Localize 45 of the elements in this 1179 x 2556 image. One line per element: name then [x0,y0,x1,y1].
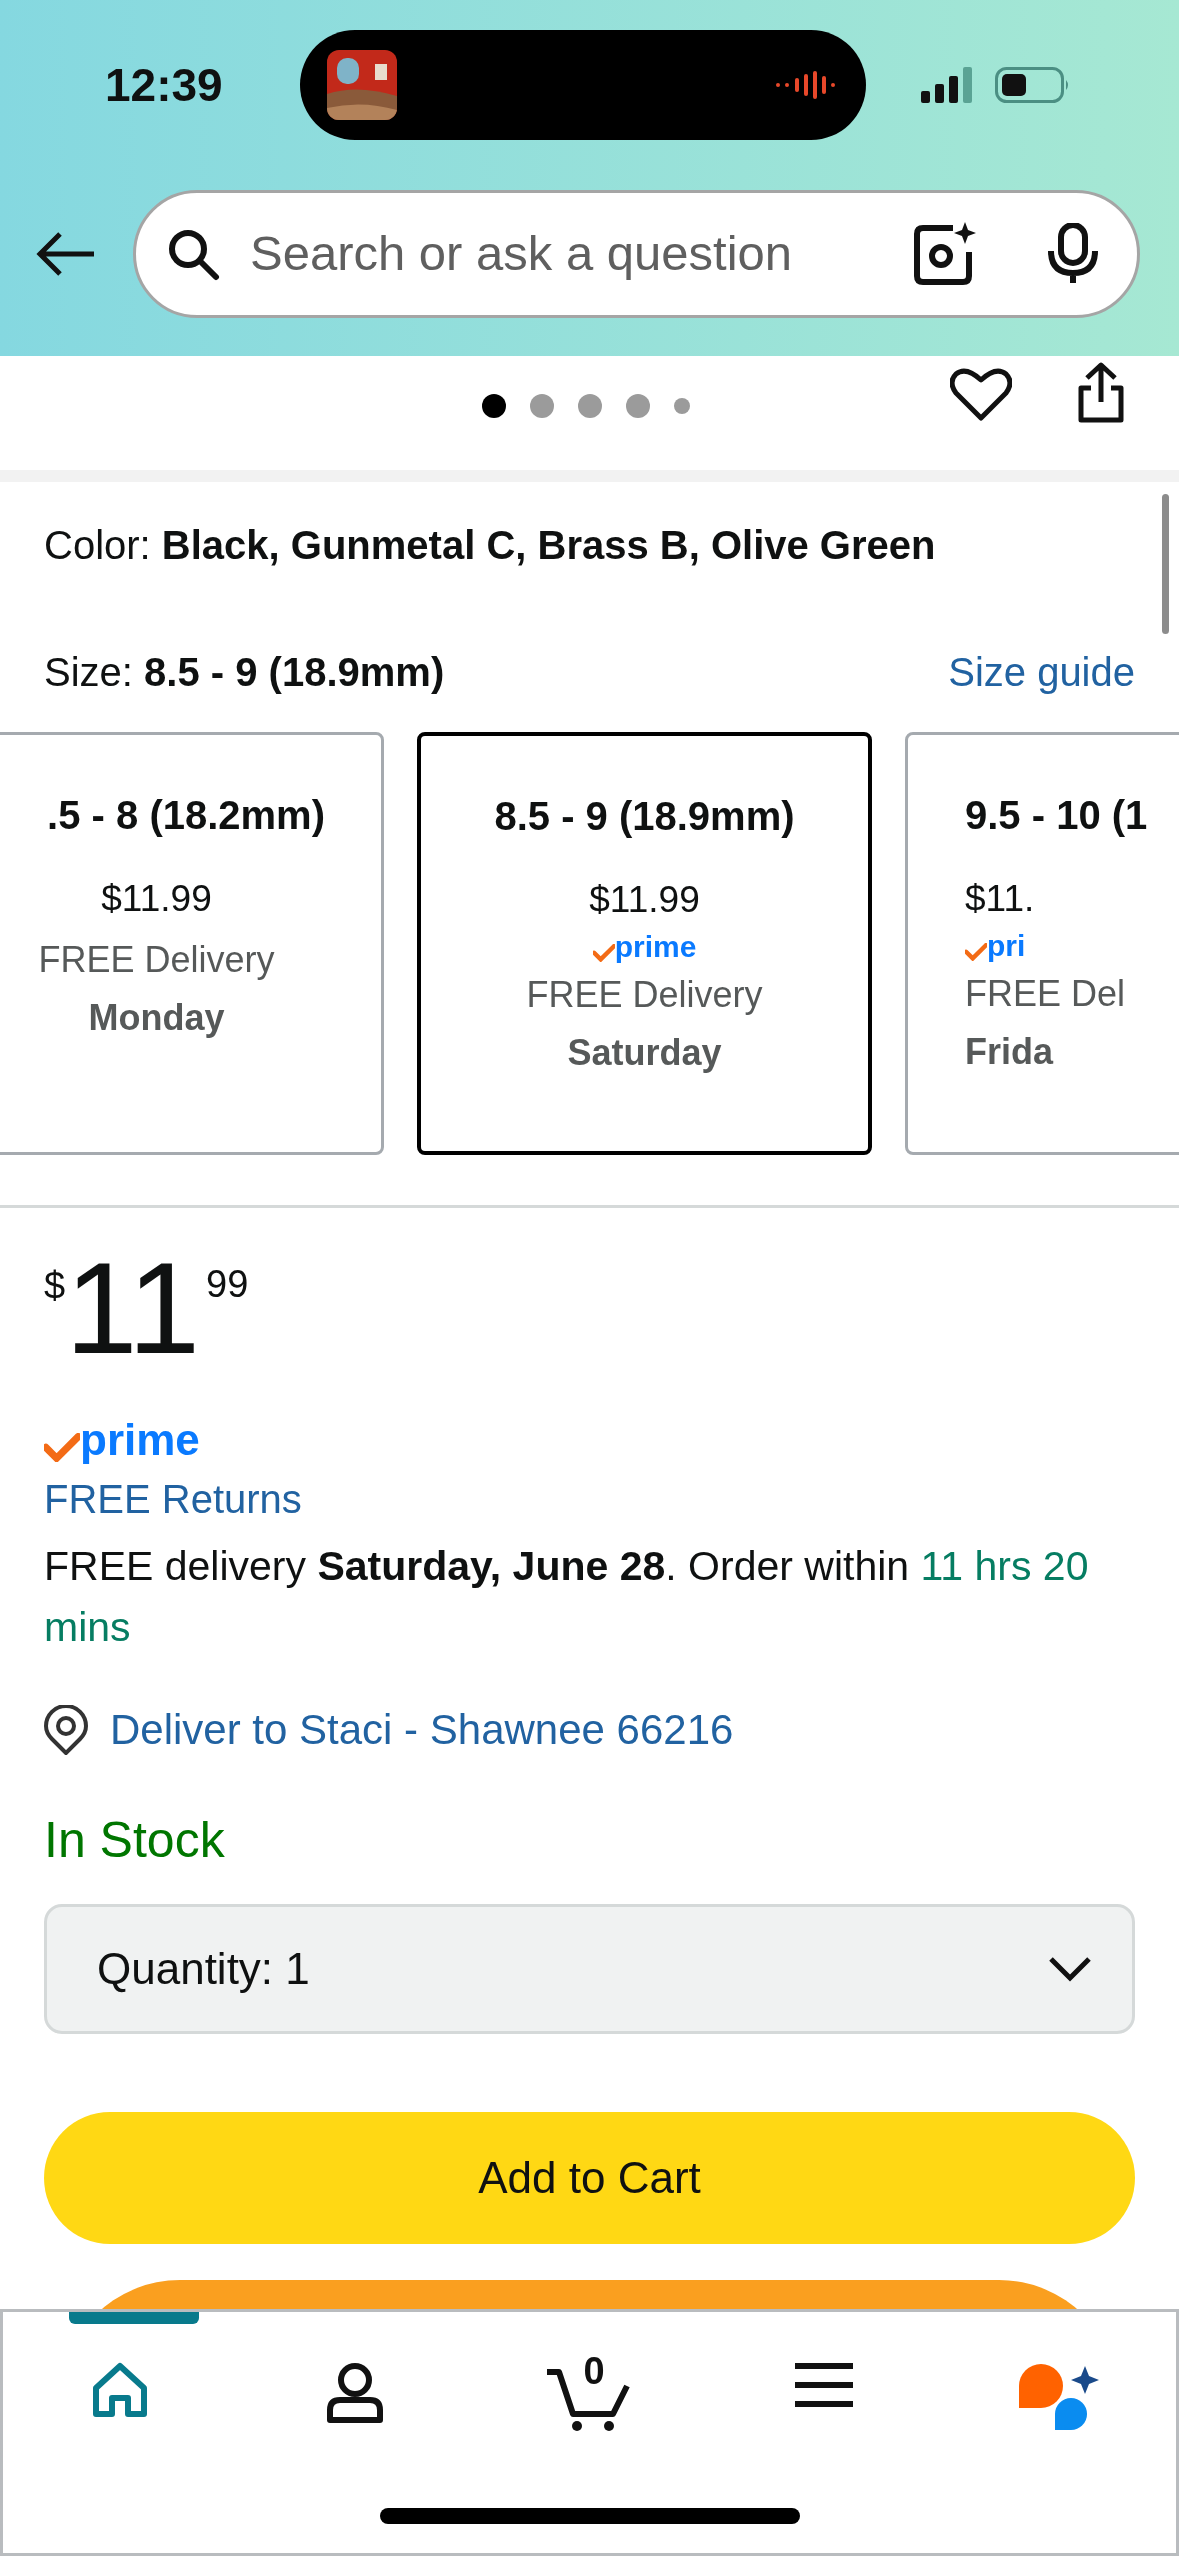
delivery-label: FREE Del [965,971,1126,1016]
menu-icon [795,2362,854,2408]
chevron-down-icon [1048,1956,1092,1982]
battery-icon [995,67,1071,103]
search-field[interactable]: Search or ask a question [250,217,903,291]
returns-link[interactable]: FREE Returns [44,1472,1135,1526]
size-guide-link[interactable]: Size guide [948,642,1135,702]
cart-count: 0 [583,2352,605,2390]
location-pin-icon [44,1704,88,1755]
person-icon [325,2362,384,2424]
size-selection: Size: 8.5 - 9 (18.9mm) [44,649,445,696]
size-title: .5 - 8 (18.2mm) [47,792,325,839]
delivery-day: Frida [965,1024,1053,1079]
search-icon [166,227,220,281]
stock-status: In Stock [44,1811,226,1870]
back-arrow-icon[interactable] [36,232,96,276]
delivery-message: FREE delivery Saturday, June 28. Order within 11 hrs 20 mins [44,1542,1090,1652]
delivery-day: Monday [88,990,225,1045]
delivery-label: FREE Delivery [526,972,763,1017]
check-icon [592,943,615,962]
option-price: $11.99 [589,878,700,922]
size-title: 8.5 - 9 (18.9mm) [494,793,795,840]
color-selection: Color: Black, Gunmetal C, Brass B, Olive Green [44,522,937,569]
size-title: 9.5 - 10 (1 [965,792,1148,839]
check-icon [44,1433,80,1462]
microphone-icon[interactable] [1047,223,1099,285]
check-icon [965,942,987,961]
quantity-dropdown[interactable]: Quantity: 1 [44,1904,1135,2034]
prime-label: prime [614,931,697,962]
option-price: $11. [965,877,1035,921]
prime-label: prime [80,1418,200,1462]
option-price: $11.99 [101,877,212,921]
search-bar[interactable]: Search or ask a question [133,190,1140,318]
delivery-day: Saturday [567,1025,722,1080]
size-option[interactable]: 8.5 - 9 (18.9mm) $11.99 prime FREE Delivery Saturday [417,732,872,1155]
add-to-cart-button[interactable]: Add to Cart [44,2112,1135,2244]
nav-tab[interactable]: 0 [472,2312,707,2502]
deliver-to-link[interactable]: Deliver to Staci - Shawnee 66216 [110,1698,734,1761]
status-time: 12:39 [105,57,224,113]
camera-icon[interactable] [913,222,977,286]
size-option[interactable]: .5 - 8 (18.2mm) $11.99 FREE Delivery Monday [0,732,384,1155]
heart-icon[interactable] [950,366,1012,422]
delivery-label: FREE Delivery [38,937,275,982]
prime-label: pri [987,930,1026,961]
size-option[interactable]: 9.5 - 10 (1 $11. pri FREE Del Frida [905,732,1179,1155]
